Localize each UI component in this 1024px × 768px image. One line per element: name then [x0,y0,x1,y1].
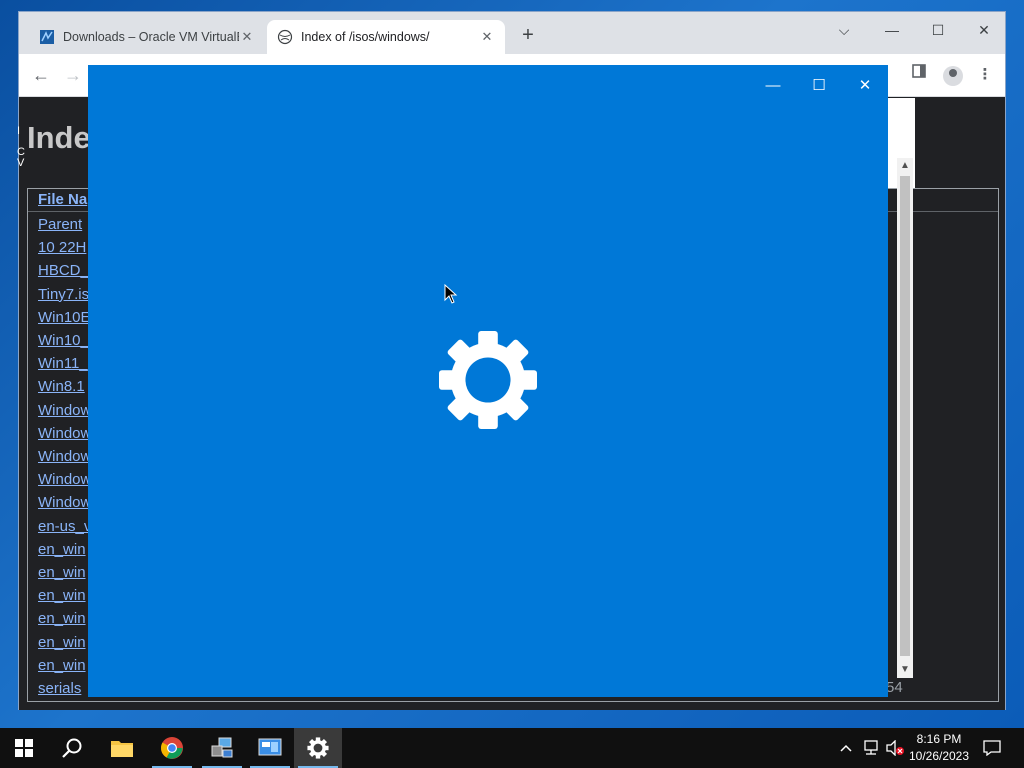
show-hidden-icons-chevron-icon[interactable] [836,728,856,768]
clock-time: 8:16 PM [916,732,962,746]
file-link[interactable]: 10 22H [38,239,86,256]
scroll-up-arrow-icon[interactable]: ▲ [897,158,913,174]
file-link[interactable]: Win10E [38,309,91,326]
fragment-text: V [17,157,25,169]
scroll-down-arrow-icon[interactable]: ▼ [897,662,913,678]
column-header-file-name[interactable]: File Na [38,191,87,208]
windows-logo-icon [15,739,33,757]
file-link[interactable]: Window [38,425,91,442]
file-link[interactable]: Win11_ [38,355,88,372]
close-tab-icon[interactable]: ✕ [239,29,255,45]
file-link[interactable]: en_win [38,564,86,581]
file-link[interactable]: en-us_v [38,518,91,535]
computer-network-icon [211,737,233,758]
control-panel-button[interactable] [246,728,294,768]
file-link[interactable]: Tiny7.is [38,286,89,303]
settings-minimize-button[interactable]: — [750,71,796,101]
virtualbox-favicon [40,30,54,44]
file-link[interactable]: Parent [38,216,82,233]
network-icon[interactable] [860,728,882,768]
scrollbar[interactable]: ▲ ▼ [897,158,913,678]
taskbar: 8:16 PM 10/26/2023 [0,728,1024,768]
file-link[interactable]: HBCD_ [38,262,89,279]
sidebar-fragment: I C V [17,126,25,169]
back-button[interactable]: ← [29,63,53,87]
settings-maximize-button[interactable]: ☐ [796,71,842,101]
tab-search-dropdown-icon[interactable]: ⌵ [821,16,867,44]
file-explorer-button[interactable] [98,728,146,768]
minimize-button[interactable]: — [869,16,915,44]
file-link[interactable]: en_win [38,657,86,674]
settings-taskbar-button[interactable] [294,728,342,768]
volume-muted-icon[interactable] [884,728,906,768]
close-tab-icon[interactable]: ✕ [479,29,495,45]
file-link[interactable]: Win10_ [38,332,89,349]
file-link[interactable]: en_win [38,634,86,651]
control-panel-icon [258,738,282,756]
menu-kebab-icon[interactable]: ⋮ [973,63,997,87]
file-link[interactable]: Window [38,471,91,488]
tab-index-isos-windows[interactable]: Index of /isos/windows/ ✕ [267,20,505,54]
folder-icon [111,741,133,757]
search-button[interactable] [48,728,96,768]
system-clock[interactable]: 8:16 PM 10/26/2023 [904,731,974,765]
file-size: 54 [886,679,903,696]
fragment-text: I [17,125,21,137]
tab-title: Downloads – Oracle VM VirtualBo [63,30,239,44]
maximize-button[interactable]: ☐ [915,16,961,44]
notifications-icon[interactable] [980,728,1004,768]
settings-gear-icon [307,737,329,759]
tab-virtualbox-downloads[interactable]: Downloads – Oracle VM VirtualBo ✕ [29,20,265,54]
clock-date: 10/26/2023 [908,749,970,763]
mouse-cursor-icon [444,284,458,304]
side-panel-icon[interactable] [907,63,931,87]
file-link[interactable]: Win8.1 [38,378,85,395]
close-window-button[interactable]: ✕ [961,16,1007,44]
gear-icon [439,331,537,429]
tab-title: Index of /isos/windows/ [301,30,430,44]
new-tab-button[interactable]: + [517,24,539,46]
chrome-icon [161,737,183,759]
scrollbar-thumb[interactable] [900,176,910,656]
forward-button[interactable]: → [61,63,85,87]
chrome-button[interactable] [148,728,196,768]
search-icon [62,738,82,758]
file-link[interactable]: Window [38,448,91,465]
file-link[interactable]: en_win [38,587,86,604]
file-link[interactable]: serials [38,680,81,697]
file-link[interactable]: en_win [38,541,86,558]
settings-window: — ☐ ✕ [88,65,888,697]
tab-strip: Downloads – Oracle VM VirtualBo ✕ Index … [19,12,1005,54]
file-link[interactable]: Window [38,494,91,511]
profile-avatar-icon[interactable] [943,66,963,86]
page-title: Inde [27,120,91,155]
settings-close-button[interactable]: ✕ [842,71,888,101]
file-link[interactable]: en_win [38,610,86,627]
start-button[interactable] [0,728,48,768]
network-tool-button[interactable] [198,728,246,768]
file-link[interactable]: Window [38,402,91,419]
globe-favicon [277,29,293,45]
